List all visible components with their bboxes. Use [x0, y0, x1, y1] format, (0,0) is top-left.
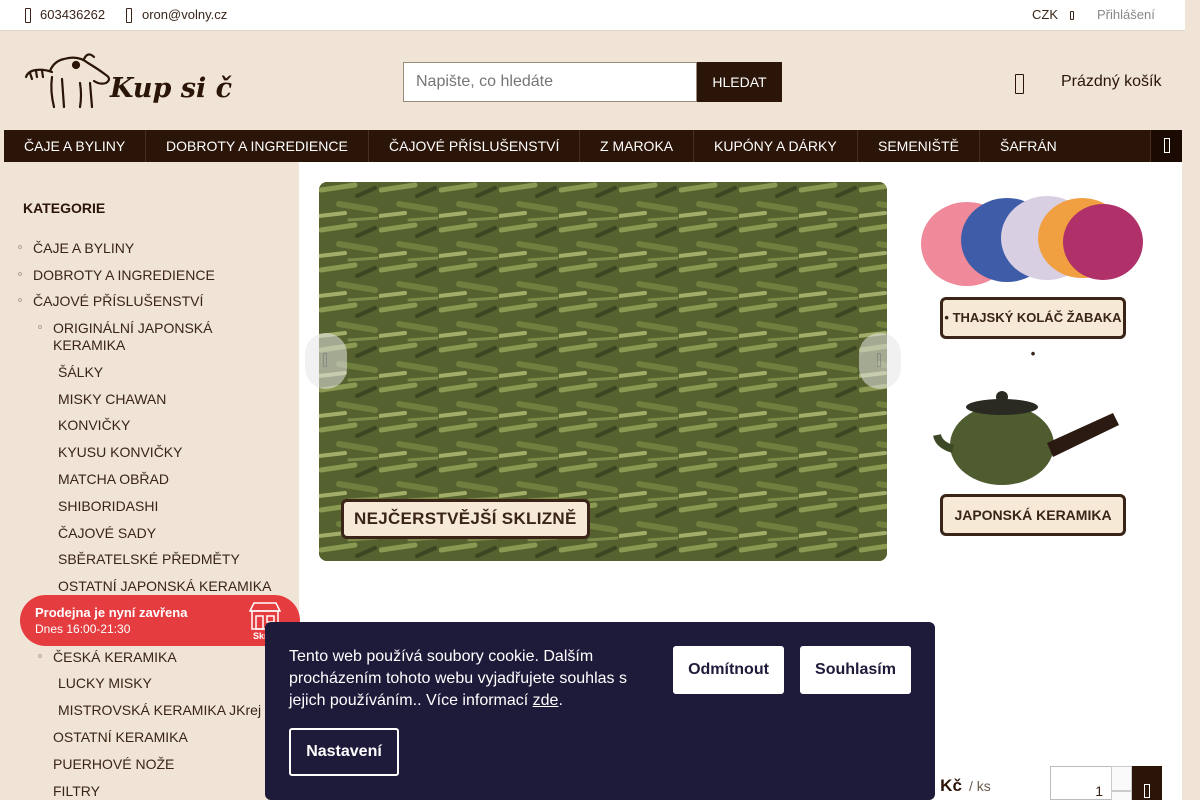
- bullet-icon: [18, 298, 22, 302]
- sidebar-item[interactable]: MISKY CHAWAN: [58, 391, 166, 408]
- nav-item-dobroty[interactable]: DOBROTY A INGREDIENCE: [166, 130, 348, 162]
- quantity-increase-button[interactable]: [1111, 766, 1132, 791]
- cookie-message: Tento web používá soubory cookie. Dalším…: [289, 648, 627, 709]
- sidebar-item[interactable]: MISTROVSKÁ KERAMIKA JKrej: [58, 702, 261, 719]
- teapot-image: [933, 391, 1119, 485]
- sidebar-item[interactable]: FILTRY: [53, 783, 100, 800]
- menu-icon: [1164, 138, 1170, 153]
- promo-label-zabaka: • THAJSKÝ KOLÁČ ŽABAKA •: [940, 297, 1126, 361]
- cookie-info-link[interactable]: zde: [533, 692, 559, 709]
- bullet-icon: [18, 272, 22, 276]
- sidebar-item[interactable]: KYUSU KONVIČKY: [58, 444, 182, 461]
- nav-item-prislusenstvi[interactable]: ČAJOVÉ PŘÍSLUŠENSTVÍ: [389, 130, 559, 162]
- chevron-left-icon: [323, 353, 327, 367]
- store-status-text: Prodejna je nyní zavřena: [35, 605, 188, 620]
- phone-icon: [25, 8, 31, 23]
- sidebar-item[interactable]: ČAJOVÉ PŘÍSLUŠENSTVÍ: [18, 293, 203, 310]
- search-input[interactable]: [403, 62, 697, 102]
- nav-item-semeniste[interactable]: SEMENIŠTĚ: [878, 130, 959, 162]
- main-nav: ČAJE A BYLINY DOBROTY A INGREDIENCE ČAJO…: [4, 130, 1182, 162]
- nav-divider: [579, 130, 580, 162]
- login-link[interactable]: Přihlášení: [1097, 7, 1155, 22]
- site-logo[interactable]: Kup si čaj: [22, 49, 232, 111]
- product-unit: / ks: [969, 778, 991, 794]
- search-button[interactable]: HLEDAT: [697, 62, 782, 102]
- slider-prev-button[interactable]: [305, 333, 347, 389]
- add-to-cart-button[interactable]: [1132, 766, 1162, 800]
- header: Kup si čaj HLEDAT Prázdný košík: [0, 31, 1185, 130]
- nav-item-z-maroka[interactable]: Z MAROKA: [600, 130, 673, 162]
- email-link[interactable]: oron@volny.cz: [142, 7, 227, 22]
- nav-item-kupony[interactable]: KUPÓNY A DÁRKY: [714, 130, 837, 162]
- cookie-settings-button[interactable]: Nastavení: [289, 728, 399, 776]
- sidebar-item[interactable]: LUCKY MISKY: [58, 675, 152, 692]
- nav-item-safran[interactable]: ŠAFRÁN: [1000, 130, 1057, 162]
- sidebar-title: KATEGORIE: [23, 200, 106, 216]
- bullet-icon: [38, 325, 42, 329]
- sidebar-item[interactable]: ČESKÁ KERAMIKA: [38, 649, 177, 666]
- nav-divider: [368, 130, 369, 162]
- sidebar-item[interactable]: SBĚRATELSKÉ PŘEDMĚTY: [58, 551, 240, 568]
- tea-cakes-image: [921, 196, 1143, 286]
- banner-label: NEJČERSTVĚJŠÍ SKLIZNĚ: [341, 499, 590, 539]
- nav-divider: [145, 130, 146, 162]
- sidebar-item[interactable]: KONVIČKY: [58, 417, 130, 434]
- sidebar-item[interactable]: SHIBORIDASHI: [58, 498, 158, 515]
- cookie-accept-button[interactable]: Souhlasím: [800, 646, 911, 694]
- store-hours: Dnes 16:00-21:30: [35, 622, 131, 636]
- sidebar-item[interactable]: PUERHOVÉ NOŽE: [53, 756, 174, 773]
- top-bar: 603436262 oron@volny.cz CZK Přihlášení: [0, 0, 1185, 31]
- cart-icon: [1144, 784, 1150, 798]
- sidebar-item[interactable]: DOBROTY A INGREDIENCE: [18, 267, 215, 284]
- store-status-badge[interactable]: Prodejna je nyní zavřena Dnes 16:00-21:3…: [20, 595, 300, 646]
- promo-label-keramika: JAPONSKÁ KERAMIKA: [940, 494, 1126, 536]
- chevron-right-icon: [877, 353, 881, 367]
- sidebar-item[interactable]: ČAJOVÉ SADY: [58, 525, 156, 542]
- category-sidebar: KATEGORIE ČAJE A BYLINY DOBROTY A INGRED…: [4, 162, 299, 800]
- sidebar-item[interactable]: OSTATNÍ KERAMIKA: [53, 729, 188, 746]
- email-icon: [126, 8, 132, 23]
- dog-logo-icon: [24, 53, 111, 109]
- nav-divider: [979, 130, 980, 162]
- quantity-decrease-button[interactable]: [1111, 791, 1132, 800]
- nav-divider: [693, 130, 694, 162]
- sidebar-item[interactable]: MATCHA OBŘAD: [58, 471, 169, 488]
- cart-icon[interactable]: [1015, 74, 1024, 94]
- cookie-decline-button[interactable]: Odmítnout: [673, 646, 784, 694]
- phone-link[interactable]: 603436262: [40, 7, 105, 22]
- sidebar-item[interactable]: ŠÁLKY: [58, 364, 103, 381]
- sidebar-item[interactable]: ORIGINÁLNÍ JAPONSKÁ KERAMIKA: [38, 320, 253, 354]
- sidebar-item[interactable]: ČAJE A BYLINY: [18, 240, 134, 257]
- hero-banner[interactable]: NEJČERSTVĚJŠÍ SKLIZNĚ: [319, 182, 887, 561]
- promo-banner-keramika[interactable]: JAPONSKÁ KERAMIKA: [907, 367, 1161, 537]
- bullet-icon: [38, 654, 42, 658]
- svg-text:Kup si čaj: Kup si čaj: [109, 73, 232, 104]
- nav-item-caje-a-byliny[interactable]: ČAJE A BYLINY: [24, 130, 125, 162]
- promo-banner-zabaka[interactable]: • THAJSKÝ KOLÁČ ŽABAKA •: [907, 182, 1161, 361]
- chevron-down-icon[interactable]: [1070, 11, 1074, 20]
- cart-label[interactable]: Prázdný košík: [1061, 73, 1161, 91]
- sidebar-item[interactable]: OSTATNÍ JAPONSKÁ KERAMIKA: [58, 578, 271, 595]
- nav-more-button[interactable]: [1150, 130, 1182, 162]
- bullet-icon: [18, 245, 22, 249]
- nav-divider: [857, 130, 858, 162]
- currency-selector[interactable]: CZK: [1032, 7, 1058, 22]
- cookie-banner: Tento web používá soubory cookie. Dalším…: [265, 622, 935, 800]
- quantity-input[interactable]: 1: [1050, 766, 1112, 800]
- slider-next-button[interactable]: [859, 333, 901, 389]
